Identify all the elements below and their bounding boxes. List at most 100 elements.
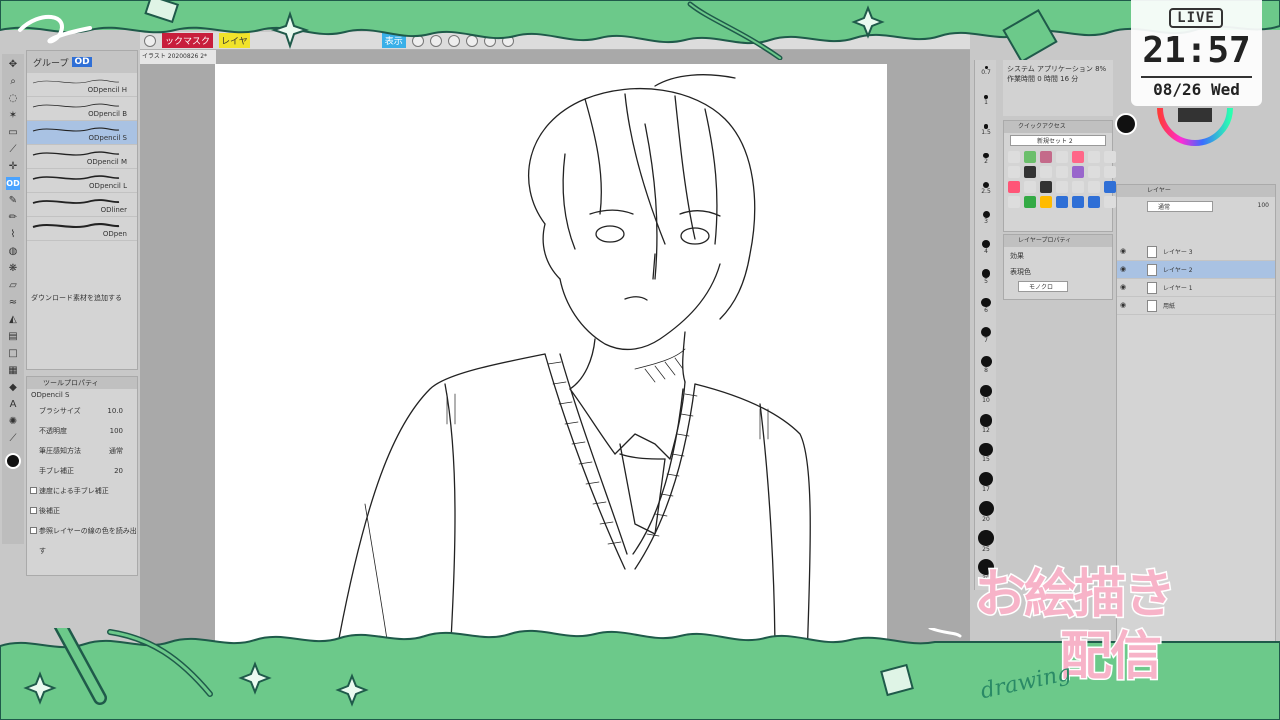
- od-brush-tool-icon[interactable]: OD: [6, 177, 20, 190]
- tool-property-value[interactable]: 通常: [109, 441, 123, 461]
- select-rect-icon[interactable]: ▭: [6, 126, 20, 139]
- brush-item[interactable]: ODpencil S: [27, 121, 137, 145]
- main-color-swatch[interactable]: [5, 453, 21, 469]
- layer-row[interactable]: ◉ レイヤー 3: [1117, 243, 1275, 261]
- gradient-icon[interactable]: ▤: [6, 330, 20, 343]
- balloon-icon[interactable]: ✺: [6, 415, 20, 428]
- brush-size-option[interactable]: 15: [975, 443, 997, 463]
- zoom-in-icon[interactable]: [411, 34, 424, 47]
- checkbox[interactable]: [30, 527, 37, 534]
- zoom-fit-icon[interactable]: [447, 34, 460, 47]
- move-icon[interactable]: ✥: [6, 58, 20, 71]
- tool-property-row[interactable]: 後補正: [27, 501, 137, 521]
- quick-access-item[interactable]: [1104, 166, 1116, 178]
- quick-access-item[interactable]: [1088, 166, 1100, 178]
- zoom-icon[interactable]: ⌕: [6, 75, 20, 88]
- frame-icon[interactable]: ▦: [6, 364, 20, 377]
- quick-access-item[interactable]: [1072, 181, 1084, 193]
- brush-item[interactable]: ODpen: [27, 217, 137, 241]
- quick-access-item[interactable]: [1072, 151, 1084, 163]
- brush-size-option[interactable]: 1: [975, 95, 997, 106]
- figure-icon[interactable]: □: [6, 347, 20, 360]
- eyedropper-icon[interactable]: ⟋: [6, 143, 20, 156]
- tool-property-row[interactable]: ブラシサイズ 10.0: [27, 401, 137, 421]
- quick-access-item[interactable]: [1024, 166, 1036, 178]
- brush-size-option[interactable]: 4: [975, 240, 997, 255]
- quick-access-item[interactable]: [1056, 181, 1068, 193]
- redo-icon[interactable]: [501, 34, 514, 47]
- ruler-icon[interactable]: ◆: [6, 381, 20, 394]
- correct-line-icon[interactable]: ⟋: [6, 432, 20, 445]
- quick-access-item[interactable]: [1088, 181, 1100, 193]
- text-icon[interactable]: A: [6, 398, 20, 411]
- brush-size-option[interactable]: 1.5: [975, 124, 997, 136]
- quick-access-item[interactable]: [1008, 151, 1020, 163]
- eye-icon[interactable]: ◉: [1120, 302, 1127, 309]
- quick-access-item[interactable]: [1056, 196, 1068, 208]
- airbrush-icon[interactable]: ◍: [6, 245, 20, 258]
- quick-access-item[interactable]: [1024, 196, 1036, 208]
- tool-property-value[interactable]: 100: [110, 421, 123, 441]
- fill-icon[interactable]: ◭: [6, 313, 20, 326]
- pen-icon[interactable]: ✎: [6, 194, 20, 207]
- checkbox[interactable]: [30, 507, 37, 514]
- display-button[interactable]: 表示: [381, 33, 406, 48]
- brush-item[interactable]: ODpencil M: [27, 145, 137, 169]
- quick-access-item[interactable]: [1040, 166, 1052, 178]
- layer-opacity-value[interactable]: 100: [1258, 202, 1269, 209]
- rotate-icon[interactable]: [465, 34, 478, 47]
- quick-access-set-select[interactable]: 新規セット 2: [1010, 135, 1106, 146]
- eraser-icon[interactable]: ▱: [6, 279, 20, 292]
- brush-size-option[interactable]: 6: [975, 298, 997, 314]
- quick-access-item[interactable]: [1008, 181, 1020, 193]
- quick-access-item[interactable]: [1008, 166, 1020, 178]
- quick-access-item[interactable]: [1024, 181, 1036, 193]
- brush-size-option[interactable]: 20: [975, 501, 997, 523]
- pencil-icon[interactable]: ✏: [6, 211, 20, 224]
- undo-icon[interactable]: [483, 34, 496, 47]
- tool-property-value[interactable]: 20: [114, 461, 123, 481]
- brush-size-option[interactable]: 12: [975, 414, 997, 434]
- brush-size-option[interactable]: 17: [975, 472, 997, 493]
- brush-size-option[interactable]: 7: [975, 327, 997, 344]
- lasso-icon[interactable]: ◌: [6, 92, 20, 105]
- tool-property-row[interactable]: 参照レイヤーの線の色を読み出す: [27, 521, 137, 555]
- decoration-icon[interactable]: ❋: [6, 262, 20, 275]
- brush-item[interactable]: ODpencil B: [27, 97, 137, 121]
- blend-mode-select[interactable]: 通常: [1147, 201, 1213, 212]
- quick-access-item[interactable]: [1040, 151, 1052, 163]
- quick-access-item[interactable]: [1072, 166, 1084, 178]
- add-material-link[interactable]: ダウンロード素材を追加する: [31, 293, 122, 303]
- checkbox[interactable]: [30, 487, 37, 494]
- brush-size-option[interactable]: 2: [975, 153, 997, 165]
- brush-size-option[interactable]: 3: [975, 211, 997, 225]
- layer-row[interactable]: ◉ レイヤー 1: [1117, 279, 1275, 297]
- brush-size-option[interactable]: 0.7: [975, 66, 997, 76]
- layer-row[interactable]: ◉ レイヤー 2: [1117, 261, 1275, 279]
- color-wheel[interactable]: [1110, 104, 1260, 154]
- tool-property-row[interactable]: 不透明度 100: [27, 421, 137, 441]
- subtool-tab-od[interactable]: OD: [72, 57, 92, 67]
- quick-access-item[interactable]: [1040, 181, 1052, 193]
- eye-icon[interactable]: ◉: [1120, 266, 1127, 273]
- operation-icon[interactable]: ✛: [6, 160, 20, 173]
- brush-size-option[interactable]: 5: [975, 269, 997, 285]
- quick-access-item[interactable]: [1040, 196, 1052, 208]
- quick-access-item[interactable]: [1008, 196, 1020, 208]
- brush-item[interactable]: ODpencil L: [27, 169, 137, 193]
- layer-button[interactable]: レイヤ: [219, 33, 250, 48]
- quick-access-item[interactable]: [1056, 166, 1068, 178]
- brush-item[interactable]: ODpencil H: [27, 73, 137, 97]
- document-tab[interactable]: イラスト 20200826 2*: [140, 50, 216, 64]
- tool-property-row[interactable]: 速度による手ブレ補正: [27, 481, 137, 501]
- view-icon[interactable]: [144, 34, 156, 47]
- zoom-out-icon[interactable]: [429, 34, 442, 47]
- quick-access-item[interactable]: [1072, 196, 1084, 208]
- tool-property-row[interactable]: 手ブレ補正 20: [27, 461, 137, 481]
- quick-access-item[interactable]: [1088, 151, 1100, 163]
- subtool-tab-group[interactable]: グループ: [33, 56, 68, 69]
- brush-size-option[interactable]: 10: [975, 385, 997, 404]
- layer-color-select[interactable]: モノクロ: [1018, 281, 1068, 292]
- brush-size-option[interactable]: 2.5: [975, 182, 997, 195]
- wand-icon[interactable]: ✶: [6, 109, 20, 122]
